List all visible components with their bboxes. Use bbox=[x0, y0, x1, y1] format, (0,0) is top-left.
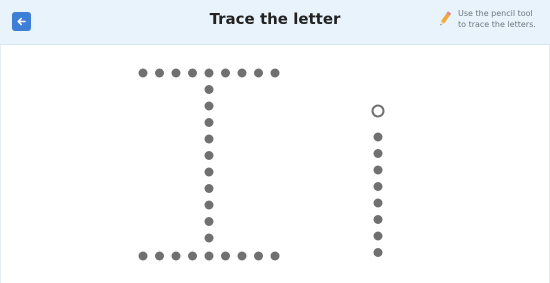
trace-dot bbox=[221, 251, 230, 261]
trace-dot bbox=[204, 68, 214, 78]
trace-dot bbox=[237, 68, 247, 78]
hint-line-2: to trace the letters. bbox=[458, 20, 536, 29]
trace-dot bbox=[155, 68, 164, 78]
hint-line-1: Use the pencil tool bbox=[458, 9, 533, 18]
trace-dot bbox=[270, 68, 280, 78]
trace-dot bbox=[270, 251, 280, 261]
trace-dot bbox=[204, 118, 214, 127]
trace-dot bbox=[204, 167, 214, 177]
trace-dot bbox=[171, 251, 181, 261]
trace-dot bbox=[204, 101, 214, 111]
trace-dot bbox=[373, 215, 383, 224]
trace-dot bbox=[204, 233, 214, 243]
trace-dot bbox=[171, 68, 181, 78]
trace-dot bbox=[188, 251, 197, 261]
trace-dot bbox=[373, 149, 383, 158]
trace-dot bbox=[138, 251, 148, 261]
trace-dot bbox=[373, 165, 383, 175]
hint-text: Use the pencil tool to trace the letters… bbox=[458, 8, 536, 30]
trace-dot bbox=[204, 251, 214, 261]
pencil-icon bbox=[440, 11, 452, 26]
trace-dot bbox=[254, 251, 263, 261]
trace-dot bbox=[204, 134, 214, 144]
trace-dot bbox=[204, 85, 214, 94]
trace-dot bbox=[188, 68, 197, 78]
trace-dot bbox=[204, 217, 214, 226]
trace-dot bbox=[138, 68, 148, 78]
trace-dot bbox=[204, 151, 214, 160]
trace-dot bbox=[373, 248, 383, 257]
trace-dot bbox=[204, 200, 214, 210]
trace-dot bbox=[204, 184, 214, 193]
trace-dot bbox=[373, 231, 383, 241]
top-bar: Trace the letter Use the pencil tool to … bbox=[0, 0, 550, 45]
tracing-canvas[interactable] bbox=[0, 45, 550, 283]
start-dot bbox=[371, 104, 385, 118]
trace-dot bbox=[373, 182, 383, 191]
pencil-hint: Use the pencil tool to trace the letters… bbox=[438, 8, 536, 30]
trace-dot bbox=[237, 251, 247, 261]
trace-dot bbox=[254, 68, 263, 78]
trace-dot bbox=[373, 132, 383, 142]
trace-dot bbox=[221, 68, 230, 78]
uppercase-letter-trace bbox=[138, 68, 280, 261]
trace-dot bbox=[373, 198, 383, 208]
lowercase-letter-trace bbox=[371, 104, 385, 257]
trace-dot bbox=[155, 251, 164, 261]
